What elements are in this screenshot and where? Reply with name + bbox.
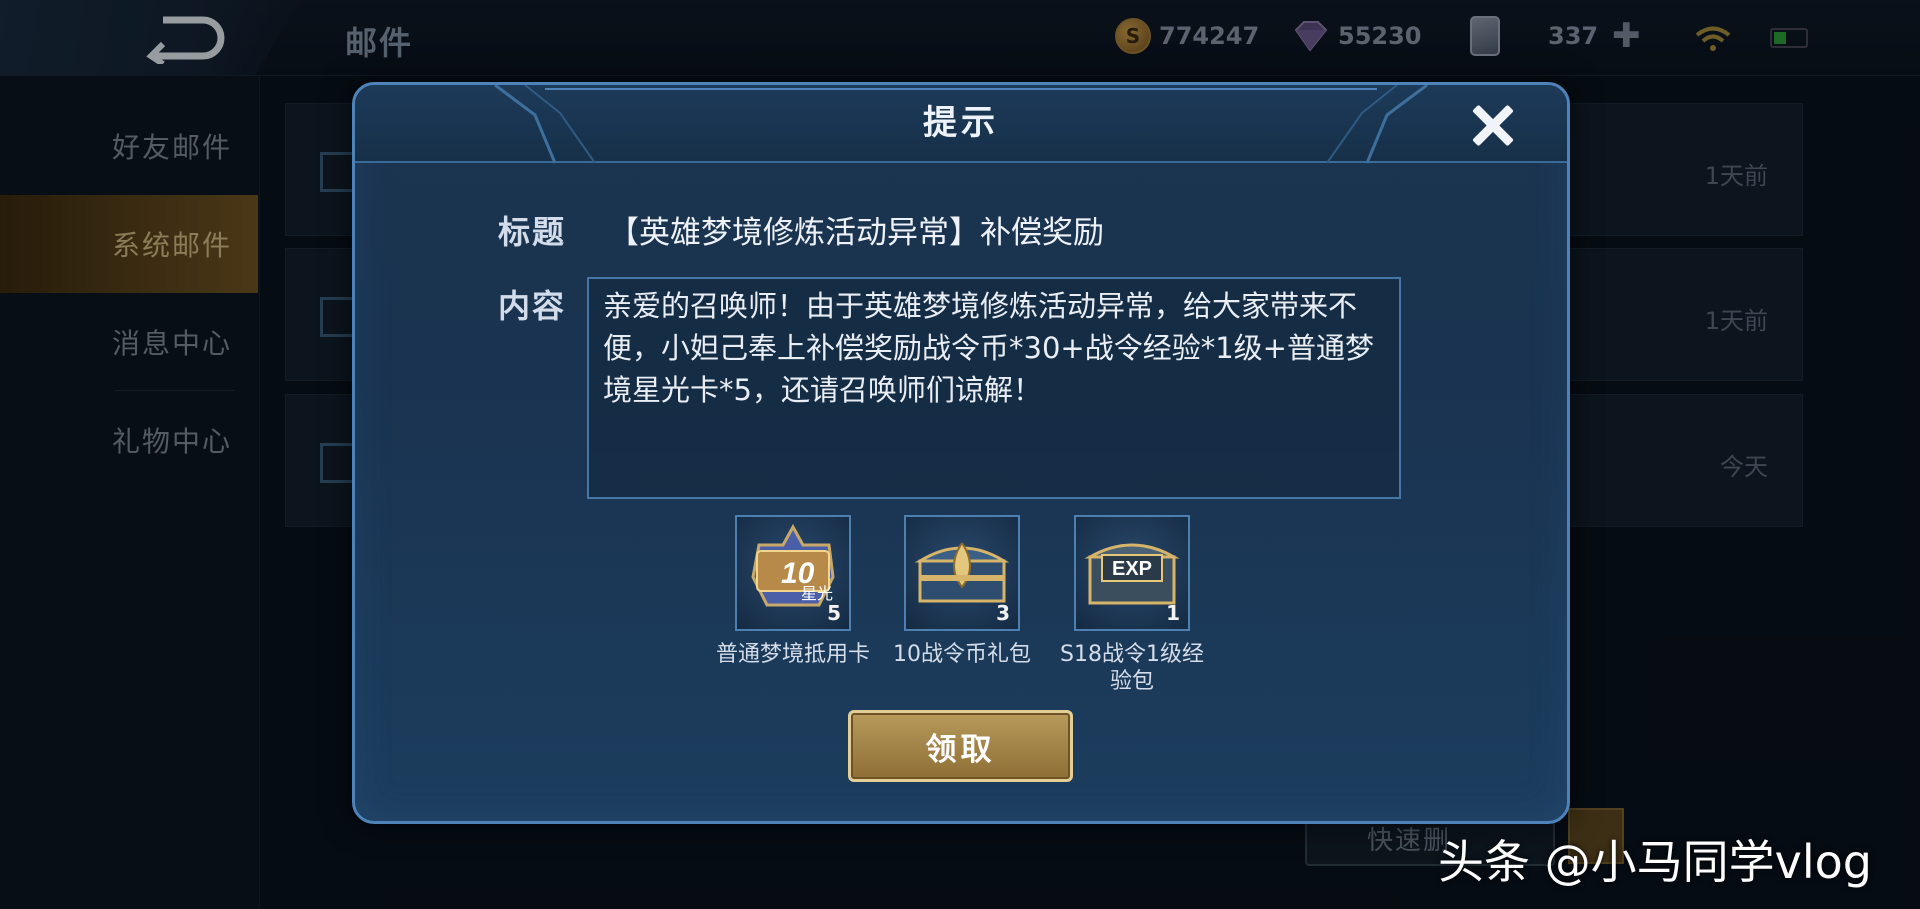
mail-content: 亲爱的召唤师！由于英雄梦境修炼活动异常，给大家带来不便，小妲己奉上补偿奖励战令币… — [587, 277, 1401, 499]
claim-button[interactable]: 领取 — [848, 710, 1073, 782]
close-icon[interactable] — [1465, 97, 1521, 153]
reward-item[interactable]: 10 星光 5 普通梦境抵用卡 — [716, 515, 870, 668]
reward-name: S18战令1级经验包 — [1060, 642, 1204, 694]
dialog-header: 提示 — [355, 85, 1567, 164]
exp-text: EXP — [1112, 558, 1152, 580]
mail-subject: 【英雄梦境修炼活动异常】补偿奖励 — [608, 215, 1104, 251]
notice-dialog: 提示 标题 【英雄梦境修炼活动异常】补偿奖励 内容 亲爱的召唤师！由于英雄梦境修… — [352, 82, 1570, 824]
reward-name: 10战令币礼包 — [893, 642, 1031, 667]
reward-slot: 3 — [904, 515, 1020, 631]
reward-item[interactable]: EXP 1 S18战令1级经验包 — [1060, 515, 1204, 695]
reward-slot: EXP 1 — [1074, 515, 1190, 631]
watermark: 头条 @小马同学vlog — [1438, 835, 1872, 889]
reward-count: 1 — [1166, 601, 1180, 625]
subject-label: 标题 — [498, 213, 567, 251]
reward-item[interactable]: 3 10战令币礼包 — [893, 515, 1031, 668]
content-label: 内容 — [498, 287, 567, 325]
reward-count: 3 — [996, 601, 1010, 625]
reward-slot: 10 星光 5 — [735, 515, 851, 631]
reward-count: 5 — [827, 601, 841, 625]
dialog-title: 提示 — [923, 103, 999, 143]
reward-name: 普通梦境抵用卡 — [715, 642, 870, 667]
